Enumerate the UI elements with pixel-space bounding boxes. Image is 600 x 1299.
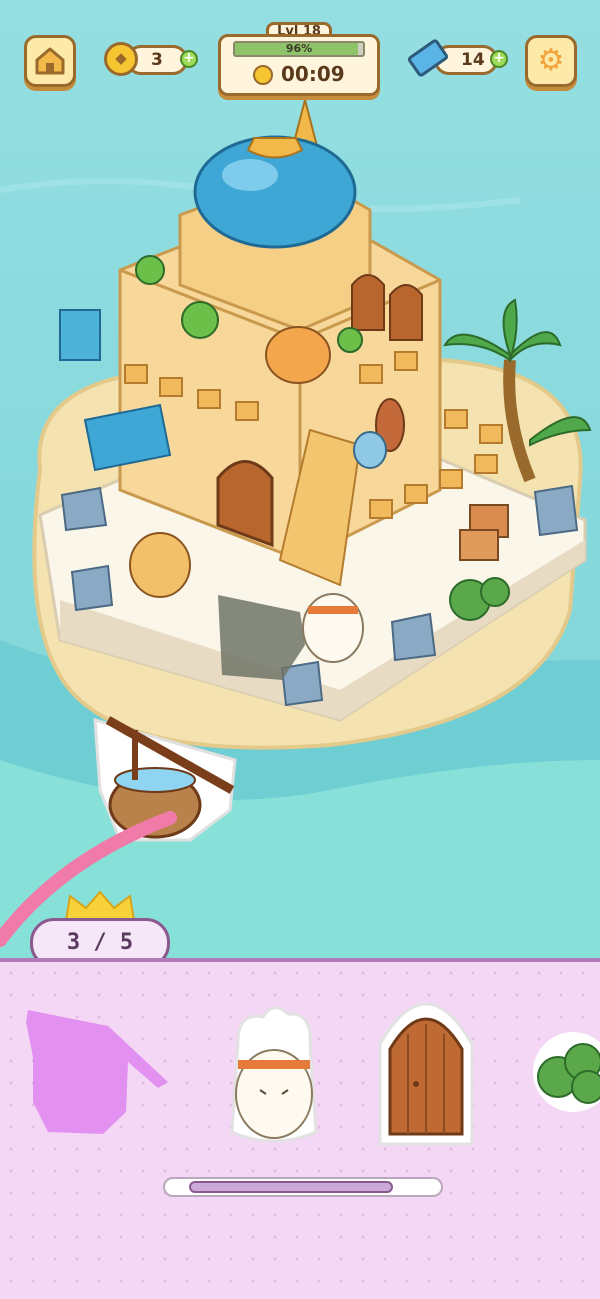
coin-counter: 3 ◆ +: [104, 42, 198, 78]
home-button[interactable]: [24, 35, 76, 87]
ticket-counter: 14 +: [406, 37, 508, 79]
add-coins-button[interactable]: +: [180, 50, 198, 68]
ticket-count: 14: [461, 50, 485, 70]
house-icon: [35, 47, 65, 75]
tray-scrollbar[interactable]: [163, 1177, 443, 1197]
coin-icon: ◆: [104, 42, 138, 76]
level-panel: Lvl 18 96% 00:09: [218, 22, 380, 98]
items-counter-text: 3 / 5: [66, 930, 134, 955]
progress-percent: 96%: [285, 42, 313, 55]
gear-icon: ⚙: [537, 43, 565, 78]
clock-icon: [253, 65, 273, 85]
coin-count: 3: [151, 50, 163, 70]
game-scene: [0, 0, 600, 960]
add-tickets-button[interactable]: +: [490, 50, 508, 68]
level-progress-bar: 96%: [233, 41, 365, 57]
settings-button[interactable]: ⚙: [525, 35, 577, 87]
tray-item-shadow-well[interactable]: [18, 1002, 173, 1142]
tray-item-bunny[interactable]: [218, 1002, 328, 1152]
item-tray: [0, 958, 600, 1299]
tray-scrollbar-thumb[interactable]: [189, 1181, 393, 1193]
tray-item-cactus[interactable]: [528, 1022, 600, 1122]
tray-item-door[interactable]: [372, 984, 480, 1154]
timer: 00:09: [281, 62, 345, 86]
island-illustration: [0, 96, 600, 960]
